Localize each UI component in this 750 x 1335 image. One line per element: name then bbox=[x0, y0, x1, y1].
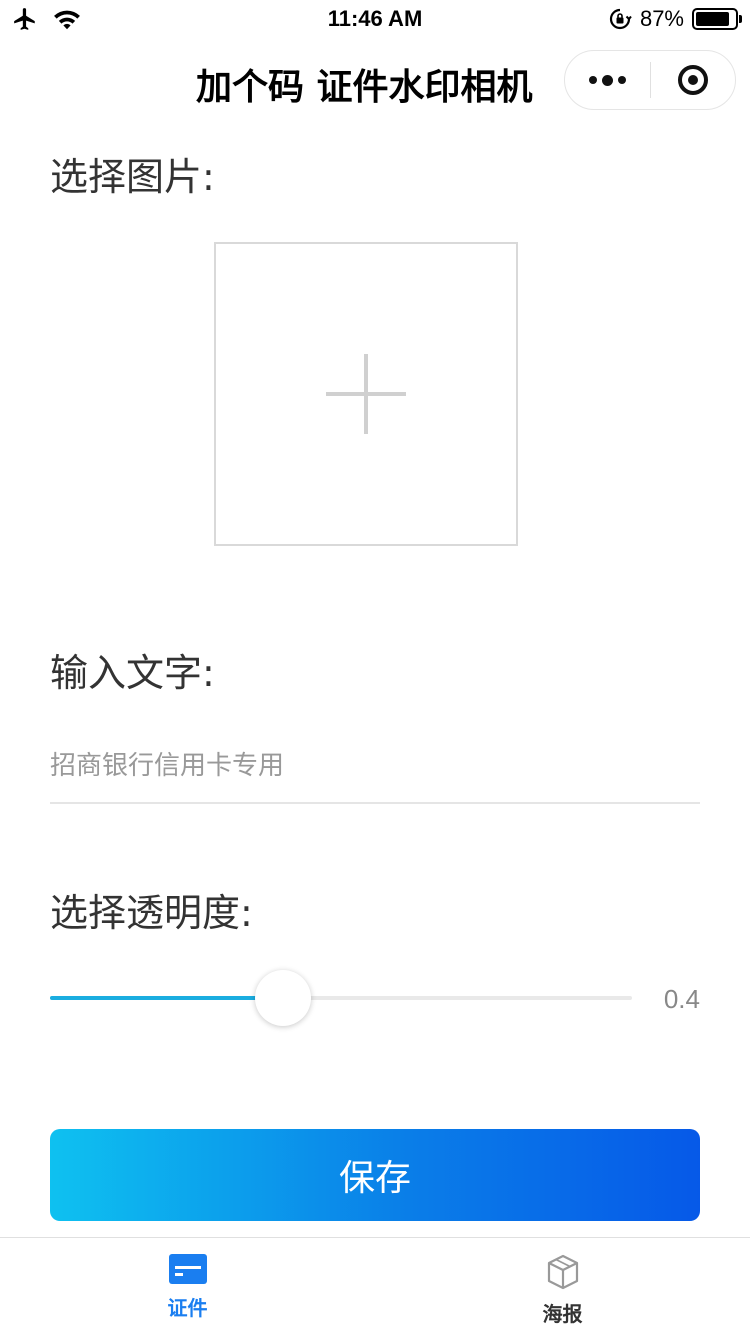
tab-bar: 证件 海报 bbox=[0, 1237, 750, 1335]
close-mini-program-button[interactable] bbox=[651, 51, 736, 109]
status-bar: 11:46 AM 87% bbox=[0, 0, 750, 40]
opacity-label: 选择透明度: bbox=[50, 891, 253, 935]
slider-fill bbox=[50, 996, 283, 1000]
tab-poster[interactable]: 海报 bbox=[375, 1238, 750, 1335]
opacity-value: 0.4 bbox=[663, 984, 700, 1014]
battery-icon bbox=[692, 8, 742, 30]
tab-label: 海报 bbox=[542, 1302, 583, 1326]
plus-icon bbox=[326, 354, 406, 434]
cube-icon bbox=[547, 1254, 578, 1290]
id-card-icon bbox=[168, 1254, 207, 1284]
input-text-label: 输入文字: bbox=[50, 651, 215, 695]
watermark-text-input[interactable] bbox=[50, 730, 700, 804]
opacity-slider[interactable] bbox=[50, 970, 632, 1026]
save-button[interactable]: 保存 bbox=[50, 1129, 700, 1221]
slider-thumb[interactable] bbox=[255, 970, 311, 1026]
tab-id-card[interactable]: 证件 bbox=[0, 1238, 375, 1335]
more-dots-icon bbox=[588, 74, 626, 86]
more-button[interactable] bbox=[565, 51, 650, 109]
status-right: 87% bbox=[608, 6, 742, 32]
target-icon bbox=[677, 65, 708, 95]
select-image-label: 选择图片: bbox=[50, 155, 215, 199]
battery-fill bbox=[696, 12, 730, 26]
mini-program-capsule bbox=[564, 50, 736, 110]
page-title: 加个码 证件水印相机 bbox=[196, 67, 533, 108]
image-picker[interactable] bbox=[214, 242, 518, 546]
tab-label: 证件 bbox=[167, 1296, 208, 1320]
rotation-lock-icon bbox=[609, 8, 632, 30]
battery-percent: 87% bbox=[639, 6, 684, 31]
nav-bar: 加个码 证件水印相机 bbox=[0, 40, 750, 120]
